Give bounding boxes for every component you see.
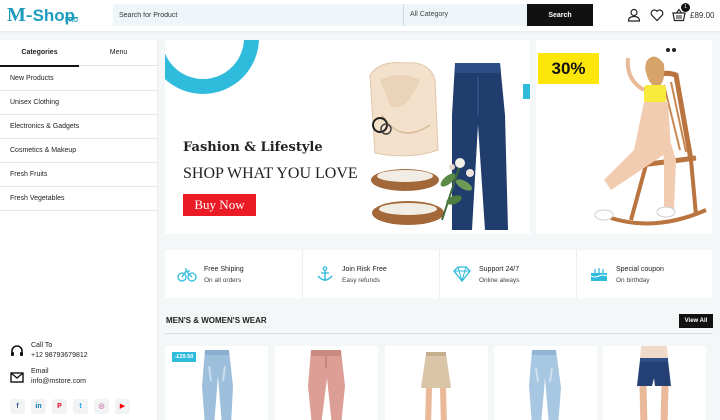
cart-count-badge: 1	[681, 3, 690, 12]
feature-title: Special coupon	[616, 266, 664, 273]
pinterest-icon[interactable]: P	[52, 399, 67, 414]
feature-title: Free Shiping	[204, 266, 244, 273]
category-list: New Products Unisex Clothing Electronics…	[0, 67, 158, 211]
twitter-icon[interactable]: t	[73, 399, 88, 414]
features-bar: Free Shiping On all orders Join Risk Fre…	[165, 250, 712, 298]
view-all-button[interactable]: View All	[679, 314, 713, 328]
feature-subtitle: On birthday	[616, 277, 650, 284]
promo-model-image	[594, 48, 707, 226]
feature-title: Join Risk Free	[342, 266, 387, 273]
section-divider	[165, 333, 713, 334]
diamond-icon	[453, 266, 471, 282]
tab-categories[interactable]: Categories	[0, 40, 79, 67]
product-image-light-jeans-2	[529, 350, 561, 420]
hero-product-image	[369, 62, 508, 230]
category-select[interactable]: All Category	[403, 4, 527, 26]
product-image-pink-joggers	[308, 350, 345, 420]
feature-coupon: Special coupon On birthday	[576, 250, 713, 298]
linkedin-icon[interactable]: in	[31, 399, 46, 414]
call-label: Call To	[31, 342, 53, 349]
category-item-unisex-clothing[interactable]: Unisex Clothing	[0, 91, 158, 115]
promo-banner[interactable]: 30%	[536, 40, 712, 234]
cake-icon	[590, 268, 608, 281]
feature-subtitle: Easy refunds	[342, 277, 380, 284]
site-logo[interactable]: M-Shop PRO	[7, 4, 79, 27]
feature-free-shipping: Free Shiping On all orders	[165, 250, 302, 298]
search-button[interactable]: Search	[527, 4, 593, 26]
bicycle-icon	[177, 268, 197, 282]
logo-letter: M	[7, 4, 26, 26]
feature-risk-free: Join Risk Free Easy refunds	[302, 250, 439, 298]
category-item-fresh-vegetables[interactable]: Fresh Vegetables	[0, 187, 158, 211]
call-value[interactable]: +12 98793679812	[31, 352, 88, 359]
hero-banner: Fashion & Lifestyle SHOP WHAT YOU LOVE B…	[165, 40, 530, 234]
search-bar: All Category Search	[113, 4, 593, 26]
product-image-denim-shorts	[637, 346, 671, 420]
anchor-icon	[317, 266, 333, 281]
category-item-new-products[interactable]: New Products	[0, 67, 158, 91]
sidebar-tabs: Categories Menu	[0, 40, 158, 67]
product-card[interactable]: -£29.50	[165, 346, 268, 420]
product-card[interactable]	[385, 346, 488, 420]
feature-support: Support 24/7 Online always	[439, 250, 576, 298]
product-card[interactable]	[603, 346, 706, 420]
hero-decor-arc	[165, 40, 259, 94]
feature-title: Support 24/7	[479, 266, 520, 273]
user-icon[interactable]	[627, 8, 641, 22]
hero-title: Fashion & Lifestyle	[183, 140, 323, 155]
buy-now-button[interactable]: Buy Now	[183, 194, 256, 216]
tab-menu[interactable]: Menu	[79, 40, 158, 66]
top-header: M-Shop PRO All Category Search 1 £89.00	[0, 0, 720, 31]
headset-icon	[11, 345, 23, 356]
email-label: Email	[31, 368, 49, 375]
product-card[interactable]	[494, 346, 597, 420]
logo-pro: PRO	[65, 17, 79, 24]
hero-subtitle: SHOP WHAT YOU LOVE	[183, 165, 358, 182]
product-card[interactable]	[275, 346, 378, 420]
product-image-beige-skirt	[421, 352, 451, 420]
email-value[interactable]: info@mstore.com	[31, 378, 86, 385]
feature-subtitle: Online always	[479, 277, 520, 284]
feature-subtitle: On all orders	[204, 277, 242, 284]
category-item-electronics[interactable]: Electronics & Gadgets	[0, 115, 158, 139]
instagram-icon[interactable]: ◎	[94, 399, 109, 414]
heart-icon[interactable]	[650, 8, 664, 22]
sidebar: Categories Menu New Products Unisex Clot…	[0, 40, 158, 420]
facebook-icon[interactable]: f	[10, 399, 25, 414]
section-title: MEN'S & WOMEN'S WEAR	[166, 316, 267, 325]
category-item-fresh-fruits[interactable]: Fresh Fruits	[0, 163, 158, 187]
envelope-icon	[10, 372, 24, 383]
search-input[interactable]	[113, 4, 403, 26]
price-tag: -£29.50	[172, 352, 196, 362]
youtube-icon[interactable]: ▶	[115, 399, 130, 414]
category-item-cosmetics[interactable]: Cosmetics & Makeup	[0, 139, 158, 163]
hero-decor-bar	[523, 84, 530, 99]
cart-total: £89.00	[690, 11, 715, 20]
logo-dash: -	[25, 4, 33, 26]
